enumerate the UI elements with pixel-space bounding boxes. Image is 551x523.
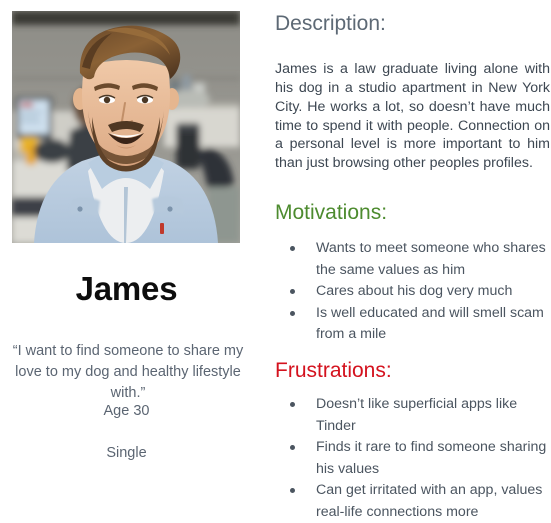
bullet-icon [290, 289, 295, 294]
persona-quote: “I want to find someone to share my love… [12, 343, 244, 401]
list-item-label: Cares about his dog very much [316, 283, 513, 299]
bullet-icon [290, 402, 295, 407]
list-item-label: Wants to meet someone who shares the sam… [316, 240, 546, 278]
list-item-label: Finds it rare to find someone sharing hi… [316, 439, 547, 477]
motivations-list: Wants to meet someone who shares the sam… [272, 238, 551, 346]
list-item: Doesn’t like superficial apps like Tinde… [272, 394, 551, 437]
list-item-label: Doesn’t like superficial apps like Tinde… [316, 396, 518, 434]
bullet-icon [290, 310, 295, 316]
list-item-label: Is well educated and will smell scam fro… [316, 304, 544, 343]
persona-name: James [75, 270, 178, 307]
list-item: Wants to meet someone who shares the sam… [272, 238, 551, 281]
list-item: Cares about his dog very much [272, 281, 551, 303]
persona-relationship-status: Single [106, 445, 147, 461]
persona-age: Age 30 [103, 403, 150, 419]
bullet-icon [290, 246, 295, 251]
frustrations-list: Doesn’t like superficial apps like Tinde… [272, 394, 551, 523]
list-item: Is well educated and will smell scam fro… [272, 303, 551, 346]
description-body: James is a law graduate living alone wit… [275, 61, 550, 172]
frustrations-heading: Frustrations: [275, 359, 392, 382]
portrait-illustration [12, 11, 240, 243]
list-item: Can get irritated with an app, values re… [272, 480, 551, 523]
description-heading: Description: [275, 12, 386, 35]
list-item-label: Can get irritated with an app, values re… [316, 482, 543, 520]
list-item: Finds it rare to find someone sharing hi… [272, 437, 551, 480]
persona-portrait-photo [12, 11, 240, 243]
persona-summary-column: James “I want to find someone to share m… [0, 0, 264, 513]
bullet-icon [290, 488, 295, 493]
persona-details-column: Description: James is a law graduate liv… [272, 0, 551, 520]
bullet-icon [290, 445, 295, 450]
motivations-heading: Motivations: [275, 201, 388, 224]
